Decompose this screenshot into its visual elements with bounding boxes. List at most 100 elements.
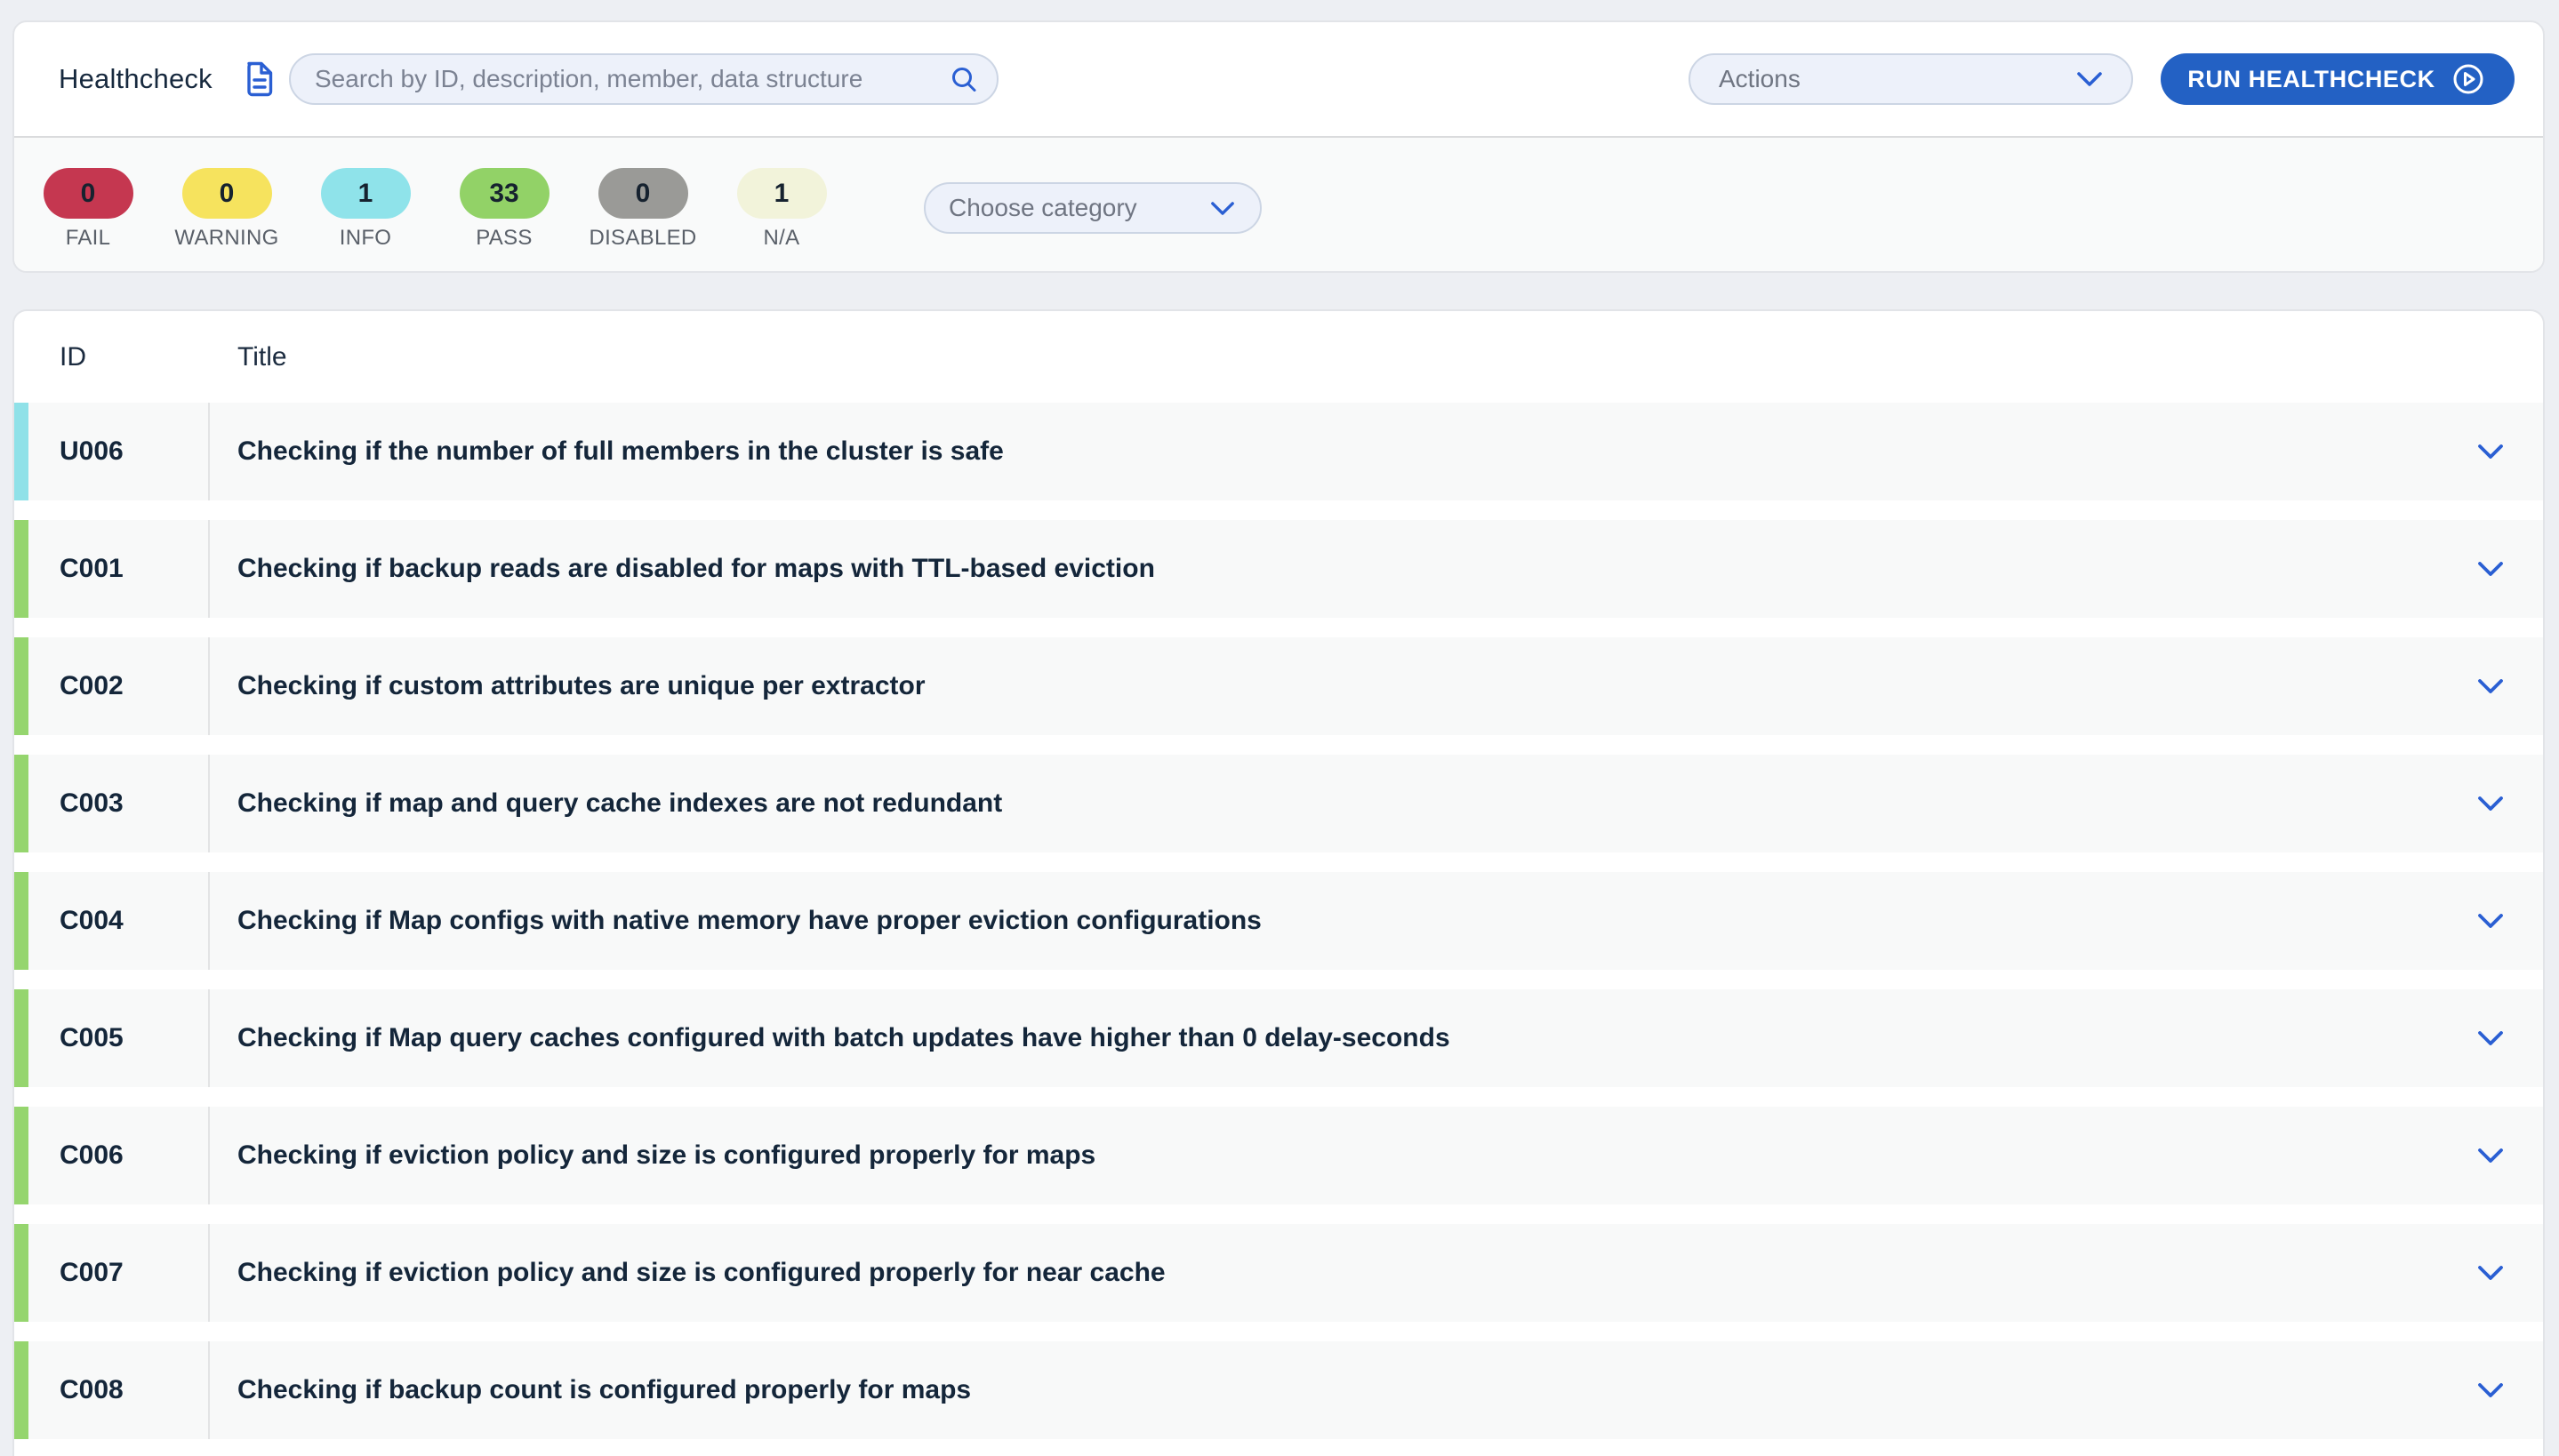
status-badge-count: 33: [489, 179, 518, 209]
table-row[interactable]: C007 Checking if eviction policy and siz…: [14, 1224, 2543, 1322]
row-status-bar: [14, 989, 28, 1087]
search-input[interactable]: [291, 55, 951, 103]
status-badge-label: DISABLED: [589, 226, 696, 251]
status-badge: 0 WARNING: [178, 168, 276, 251]
table-header: ID Title: [14, 311, 2543, 403]
column-header-id: ID: [60, 342, 86, 372]
row-title: Checking if backup count is configured p…: [237, 1375, 971, 1405]
row-id: C004: [60, 906, 124, 936]
chevron-down-icon[interactable]: [2477, 1382, 2504, 1398]
row-column-divider: [208, 1341, 210, 1439]
row-title: Checking if the number of full members i…: [237, 436, 1004, 467]
row-column-divider: [208, 1107, 210, 1204]
row-title: Checking if Map query caches configured …: [237, 1023, 1450, 1053]
row-column-divider: [208, 755, 210, 852]
row-status-bar: [14, 637, 28, 735]
status-badge-pill: 1: [737, 168, 827, 219]
table-row[interactable]: U006 Checking if the number of full memb…: [14, 403, 2543, 500]
chevron-down-icon: [2076, 71, 2103, 87]
row-title: Checking if custom attributes are unique…: [237, 671, 926, 701]
status-badge-label: N/A: [764, 226, 800, 251]
status-badge-label: PASS: [476, 226, 532, 251]
status-badge-count: 0: [81, 179, 96, 209]
status-badge-label: WARNING: [174, 226, 278, 251]
chevron-down-icon[interactable]: [2477, 913, 2504, 929]
row-id: C002: [60, 671, 124, 701]
category-dropdown[interactable]: Choose category: [924, 182, 1262, 234]
table-row[interactable]: C006 Checking if eviction policy and siz…: [14, 1107, 2543, 1204]
table-body: U006 Checking if the number of full memb…: [14, 403, 2543, 1439]
status-badge: 33 PASS: [455, 168, 553, 251]
toolbar-row: Healthcheck Actions: [14, 22, 2543, 136]
status-badge-label: INFO: [340, 226, 392, 251]
status-badge-pill: 33: [460, 168, 550, 219]
row-status-bar: [14, 520, 28, 618]
row-title: Checking if map and query cache indexes …: [237, 788, 1002, 819]
row-id: C007: [60, 1258, 124, 1288]
search-icon[interactable]: [951, 66, 977, 92]
row-title: Checking if Map configs with native memo…: [237, 906, 1262, 936]
table-row[interactable]: C003 Checking if map and query cache ind…: [14, 755, 2543, 852]
run-healthcheck-button[interactable]: RUN HEALTHCHECK: [2161, 53, 2515, 105]
chevron-down-icon[interactable]: [2477, 1148, 2504, 1164]
row-column-divider: [208, 520, 210, 618]
row-status-bar: [14, 1224, 28, 1322]
row-column-divider: [208, 872, 210, 970]
status-badge-pill: 1: [321, 168, 411, 219]
row-column-divider: [208, 403, 210, 500]
status-badge-count: 1: [774, 179, 790, 209]
column-header-title: Title: [237, 342, 287, 372]
healthcheck-toolbar-card: Healthcheck Actions: [12, 20, 2545, 273]
status-badge-count: 1: [358, 179, 373, 209]
status-badge-label: FAIL: [66, 226, 111, 251]
row-title: Checking if eviction policy and size is …: [237, 1258, 1166, 1288]
status-badges: 0 FAIL 0 WARNING 1 INFO 33 PASS 0 DISABL…: [39, 138, 830, 271]
row-status-bar: [14, 403, 28, 500]
chevron-down-icon[interactable]: [2477, 1030, 2504, 1046]
document-icon[interactable]: [245, 61, 273, 97]
table-row[interactable]: C002 Checking if custom attributes are u…: [14, 637, 2543, 735]
chevron-down-icon[interactable]: [2477, 1265, 2504, 1281]
row-status-bar: [14, 872, 28, 970]
row-status-bar: [14, 755, 28, 852]
row-id: C005: [60, 1023, 124, 1053]
healthcheck-table-card: ID Title U006 Checking if the number of …: [12, 309, 2545, 1456]
status-badge: 0 DISABLED: [594, 168, 692, 251]
search-box: [289, 53, 999, 105]
table-row[interactable]: C005 Checking if Map query caches config…: [14, 989, 2543, 1087]
chevron-down-icon[interactable]: [2477, 796, 2504, 812]
chevron-down-icon: [1210, 201, 1235, 216]
row-status-bar: [14, 1107, 28, 1204]
row-id: C006: [60, 1140, 124, 1171]
status-badge-pill: 0: [182, 168, 272, 219]
table-row[interactable]: C008 Checking if backup count is configu…: [14, 1341, 2543, 1439]
status-badge: 1 N/A: [733, 168, 830, 251]
row-column-divider: [208, 1224, 210, 1322]
status-badge-pill: 0: [598, 168, 688, 219]
row-column-divider: [208, 637, 210, 735]
status-badge-pill: 0: [44, 168, 133, 219]
row-id: C008: [60, 1375, 124, 1405]
table-row[interactable]: C004 Checking if Map configs with native…: [14, 872, 2543, 970]
status-badge-count: 0: [636, 179, 651, 209]
status-summary-row: 0 FAIL 0 WARNING 1 INFO 33 PASS 0 DISABL…: [14, 138, 2543, 271]
row-id: U006: [60, 436, 124, 467]
table-row[interactable]: C001 Checking if backup reads are disabl…: [14, 520, 2543, 618]
chevron-down-icon[interactable]: [2477, 444, 2504, 460]
status-badge-count: 0: [220, 179, 235, 209]
status-badge: 1 INFO: [317, 168, 414, 251]
row-column-divider: [208, 989, 210, 1087]
actions-dropdown[interactable]: Actions: [1689, 53, 2133, 105]
actions-dropdown-label: Actions: [1719, 65, 1801, 93]
chevron-down-icon[interactable]: [2477, 561, 2504, 577]
row-id: C003: [60, 788, 124, 819]
play-circle-icon: [2449, 60, 2488, 99]
row-id: C001: [60, 554, 124, 584]
status-badge: 0 FAIL: [39, 168, 137, 251]
row-title: Checking if eviction policy and size is …: [237, 1140, 1095, 1171]
page-title: Healthcheck: [59, 63, 213, 95]
row-title: Checking if backup reads are disabled fo…: [237, 554, 1155, 584]
chevron-down-icon[interactable]: [2477, 678, 2504, 694]
row-status-bar: [14, 1341, 28, 1439]
category-dropdown-label: Choose category: [949, 194, 1137, 222]
